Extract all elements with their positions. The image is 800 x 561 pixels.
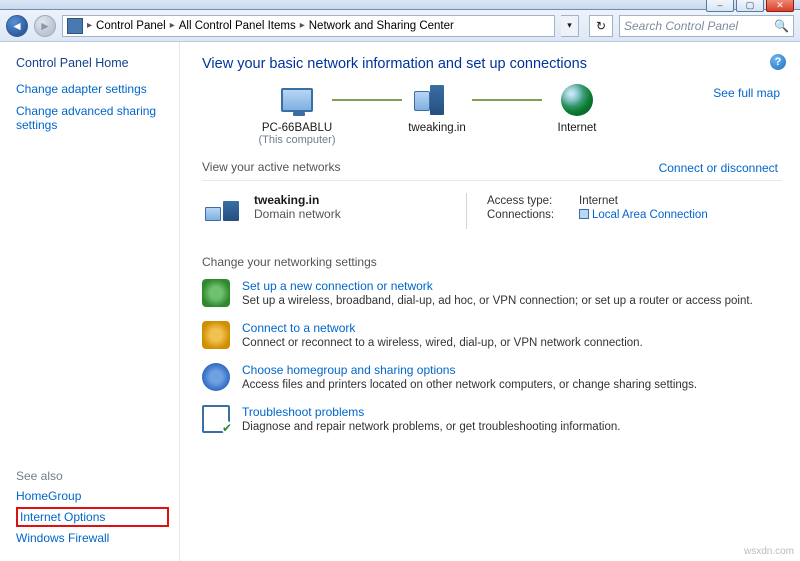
search-input[interactable]: Search Control Panel 🔍 [619, 15, 794, 37]
back-button[interactable]: ◄ [6, 15, 28, 37]
network-icon [202, 193, 242, 229]
internet-options-link[interactable]: Internet Options [16, 507, 169, 527]
task-desc: Diagnose and repair network problems, or… [242, 421, 620, 433]
search-icon[interactable]: 🔍 [774, 19, 789, 33]
see-full-map-link[interactable]: See full map [713, 86, 780, 100]
homegroup-link[interactable]: HomeGroup [16, 489, 169, 503]
task-connect-network[interactable]: Connect to a network Connect or reconnec… [202, 321, 782, 349]
breadcrumb-2[interactable]: All Control Panel Items [179, 20, 296, 32]
close-button[interactable]: ✕ [766, 0, 794, 12]
search-placeholder: Search Control Panel [624, 19, 738, 33]
troubleshoot-icon [202, 405, 230, 433]
watermark: wsxdn.com [744, 546, 794, 557]
globe-icon [561, 84, 593, 116]
minimize-button[interactable]: – [706, 0, 734, 12]
change-sharing-link[interactable]: Change advanced sharing settings [16, 104, 169, 132]
access-type-label: Access type: [487, 195, 569, 207]
change-adapter-link[interactable]: Change adapter settings [16, 82, 169, 96]
main-content: ? View your basic network information an… [180, 42, 800, 561]
computer-icon [281, 88, 313, 112]
sidebar: Control Panel Home Change adapter settin… [0, 42, 180, 561]
access-type-value: Internet [579, 195, 618, 207]
connect-network-icon [202, 321, 230, 349]
node-internet: Internet [522, 82, 632, 146]
active-network-name: tweaking.in [254, 193, 454, 207]
active-network-type: Domain network [254, 207, 454, 221]
connections-label: Connections: [487, 209, 569, 221]
see-also-section: See also HomeGroup Internet Options Wind… [16, 469, 169, 549]
task-desc: Connect or reconnect to a wireless, wire… [242, 337, 643, 349]
local-area-connection-link[interactable]: Local Area Connection [579, 209, 708, 221]
task-title[interactable]: Choose homegroup and sharing options [242, 363, 697, 377]
breadcrumb-sep: ▸ [87, 20, 92, 31]
task-troubleshoot[interactable]: Troubleshoot problems Diagnose and repai… [202, 405, 782, 433]
node-internet-label: Internet [558, 122, 597, 134]
node-this-pc-sub: (This computer) [258, 134, 335, 146]
address-dropdown[interactable]: ▾ [561, 15, 579, 37]
see-also-heading: See also [16, 469, 169, 483]
change-settings-heading: Change your networking settings [202, 255, 782, 269]
network-map: PC-66BABLU (This computer) tweaking.in I… [242, 82, 782, 146]
address-bar[interactable]: ▸ Control Panel ▸ All Control Panel Item… [62, 15, 555, 37]
breadcrumb-sep: ▸ [300, 20, 305, 31]
nav-toolbar: ◄ ► ▸ Control Panel ▸ All Control Panel … [0, 10, 800, 42]
task-setup-connection[interactable]: Set up a new connection or network Set u… [202, 279, 782, 307]
connect-disconnect-link[interactable]: Connect or disconnect [659, 161, 778, 175]
refresh-button[interactable]: ↻ [589, 15, 613, 37]
maximize-button[interactable]: ▢ [736, 0, 764, 12]
server-icon [430, 85, 444, 115]
breadcrumb-3[interactable]: Network and Sharing Center [309, 20, 454, 32]
help-icon[interactable]: ? [770, 54, 786, 70]
breadcrumb-1[interactable]: Control Panel [96, 20, 166, 32]
windows-firewall-link[interactable]: Windows Firewall [16, 531, 169, 545]
forward-button[interactable]: ► [34, 15, 56, 37]
adapter-icon [579, 209, 589, 219]
node-this-pc: PC-66BABLU (This computer) [242, 82, 352, 146]
task-title[interactable]: Set up a new connection or network [242, 279, 753, 293]
node-this-pc-label: PC-66BABLU [262, 122, 332, 134]
node-domain-label: tweaking.in [408, 122, 466, 134]
node-domain: tweaking.in [382, 82, 492, 146]
title-bar: – ▢ ✕ [0, 0, 800, 10]
task-desc: Set up a wireless, broadband, dial-up, a… [242, 295, 753, 307]
breadcrumb-sep: ▸ [170, 20, 175, 31]
active-network-box: Connect or disconnect tweaking.in Domain… [202, 180, 782, 241]
control-panel-icon [67, 18, 83, 34]
task-title[interactable]: Connect to a network [242, 321, 643, 335]
task-title[interactable]: Troubleshoot problems [242, 405, 620, 419]
setup-connection-icon [202, 279, 230, 307]
task-homegroup[interactable]: Choose homegroup and sharing options Acc… [202, 363, 782, 391]
control-panel-home-link[interactable]: Control Panel Home [16, 56, 169, 70]
task-desc: Access files and printers located on oth… [242, 379, 697, 391]
homegroup-icon [202, 363, 230, 391]
page-title: View your basic network information and … [202, 56, 782, 72]
